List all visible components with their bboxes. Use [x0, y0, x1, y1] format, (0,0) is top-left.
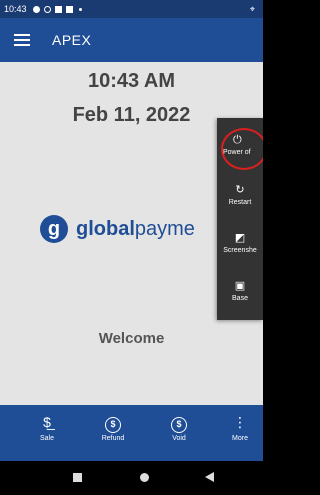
logo-text-bold: global	[76, 217, 135, 240]
hamburger-menu-icon[interactable]	[14, 34, 30, 46]
refund-label: Refund	[101, 435, 125, 442]
home-button[interactable]	[140, 473, 149, 482]
more-label: More	[232, 435, 248, 442]
power-off-label: Power of	[223, 149, 251, 156]
app-title: APEX	[52, 32, 92, 48]
globalpayments-logo: g globalpayme	[40, 215, 195, 243]
sale-icon: $̲	[43, 414, 51, 430]
refund-button[interactable]: $ Refund	[88, 413, 138, 442]
back-button[interactable]	[205, 472, 214, 482]
app-bar: APEX	[0, 18, 263, 62]
restart-option[interactable]: ↻ Restart	[217, 184, 263, 206]
logo-mark-icon: g	[40, 215, 68, 243]
phone-screen: 10:43 ⌖ APEX 10:43 AM Feb 11, 2022 g glo…	[0, 0, 263, 495]
screenshot-label: Screenshe	[223, 247, 257, 254]
welcome-text: Welcome	[98, 330, 165, 347]
notification-icon	[32, 5, 40, 13]
power-menu: ⏻ Power of ↻ Restart ◩ Screenshe ▣ Base	[217, 118, 263, 320]
refund-icon: $	[88, 413, 138, 433]
sale-button[interactable]: $̲ Sale	[22, 413, 72, 442]
logo-text-rest: payme	[134, 217, 195, 240]
logo-text: globalpayme	[76, 218, 195, 241]
sale-label: Sale	[39, 435, 54, 442]
app-notification-icon	[54, 5, 62, 13]
void-icon: $	[154, 413, 204, 433]
location-icon: ⌖	[249, 3, 255, 14]
more-button[interactable]: ⋮ More	[215, 413, 263, 442]
system-nav-bar	[0, 461, 263, 495]
void-label: Void	[172, 435, 186, 442]
recents-button[interactable]	[73, 473, 82, 482]
screenshot-icon: ◩	[234, 232, 246, 244]
void-button[interactable]: $ Void	[154, 413, 204, 442]
base-option[interactable]: ▣ Base	[217, 280, 263, 302]
power-off-option[interactable]: ⏻ Power of	[217, 134, 263, 156]
status-bar: 10:43 ⌖	[0, 0, 263, 18]
screenshot-option[interactable]: ◩ Screenshe	[217, 232, 263, 254]
restart-label: Restart	[228, 199, 252, 206]
power-icon: ⏻	[233, 134, 242, 146]
restart-icon: ↻	[235, 184, 245, 196]
status-time: 10:43	[4, 4, 27, 14]
app-notification-icon	[65, 5, 73, 13]
sync-icon	[43, 5, 51, 13]
base-icon: ▣	[234, 280, 246, 292]
more-notifications-icon	[78, 7, 82, 11]
base-label: Base	[232, 295, 248, 302]
bottom-action-bar: $̲ Sale $ Refund $ Void ⋮ More	[0, 405, 263, 461]
clock-time: 10:43 AM	[87, 70, 176, 92]
more-vertical-icon: ⋮	[233, 414, 247, 430]
